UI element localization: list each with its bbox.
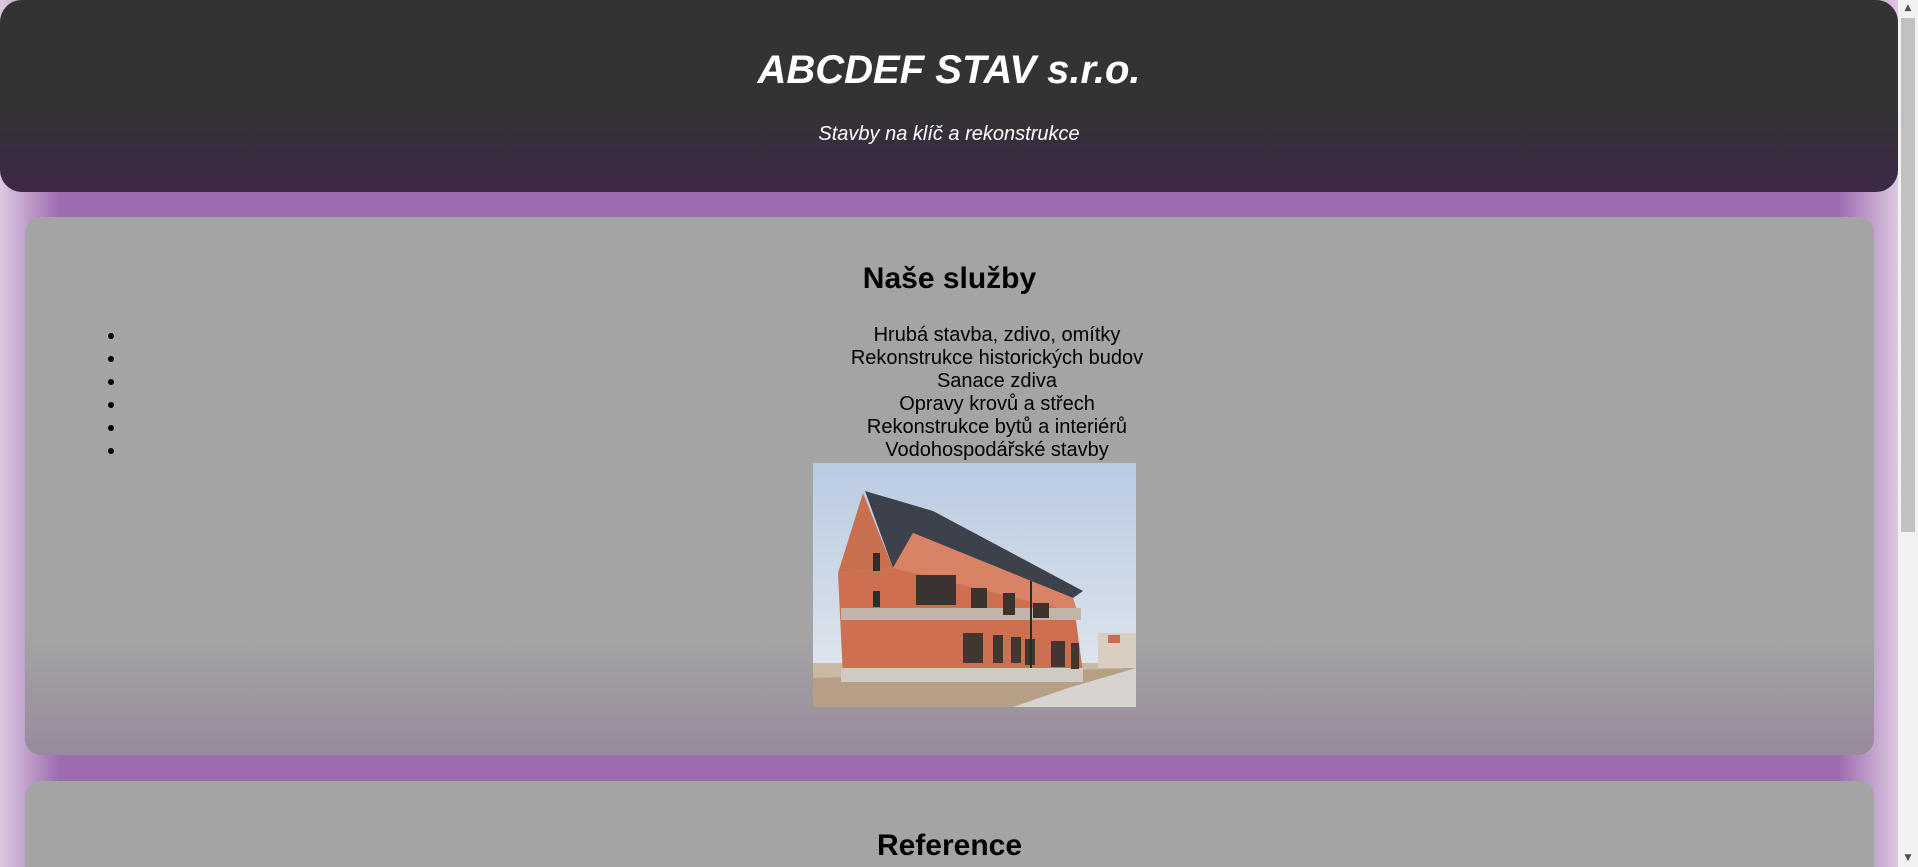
vertical-scrollbar[interactable]: ▲ ▼: [1898, 0, 1918, 867]
services-heading: Naše služby: [862, 262, 1037, 295]
scrollbar-thumb[interactable]: [1901, 18, 1915, 532]
company-title: ABCDEF STAV s.r.o.: [757, 48, 1141, 92]
list-item: Rekonstrukce bytů a interiérů: [126, 416, 1868, 439]
reference-heading: Reference: [876, 829, 1023, 862]
list-item: Opravy krovů a střech: [126, 393, 1868, 416]
chevron-up-icon[interactable]: ▲: [1898, 0, 1918, 17]
list-item: Vodohospodářské stavby: [126, 439, 1868, 462]
services-list: Hrubá stavba, zdivo, omítky Rekonstrukce…: [81, 324, 1868, 462]
chevron-down-icon[interactable]: ▼: [1898, 850, 1918, 867]
site-header: ABCDEF STAV s.r.o. Stavby na klíč a reko…: [0, 0, 1898, 192]
house-construction-image: [813, 463, 1136, 707]
list-item: Hrubá stavba, zdivo, omítky: [126, 324, 1868, 347]
company-tagline: Stavby na klíč a rekonstrukce: [818, 123, 1080, 145]
reference-section: Reference: [25, 781, 1874, 867]
services-section: Naše služby Hrubá stavba, zdivo, omítky …: [25, 217, 1874, 755]
list-item: Sanace zdiva: [126, 370, 1868, 393]
list-item: Rekonstrukce historických budov: [126, 347, 1868, 370]
page: ABCDEF STAV s.r.o. Stavby na klíč a reko…: [0, 0, 1898, 867]
